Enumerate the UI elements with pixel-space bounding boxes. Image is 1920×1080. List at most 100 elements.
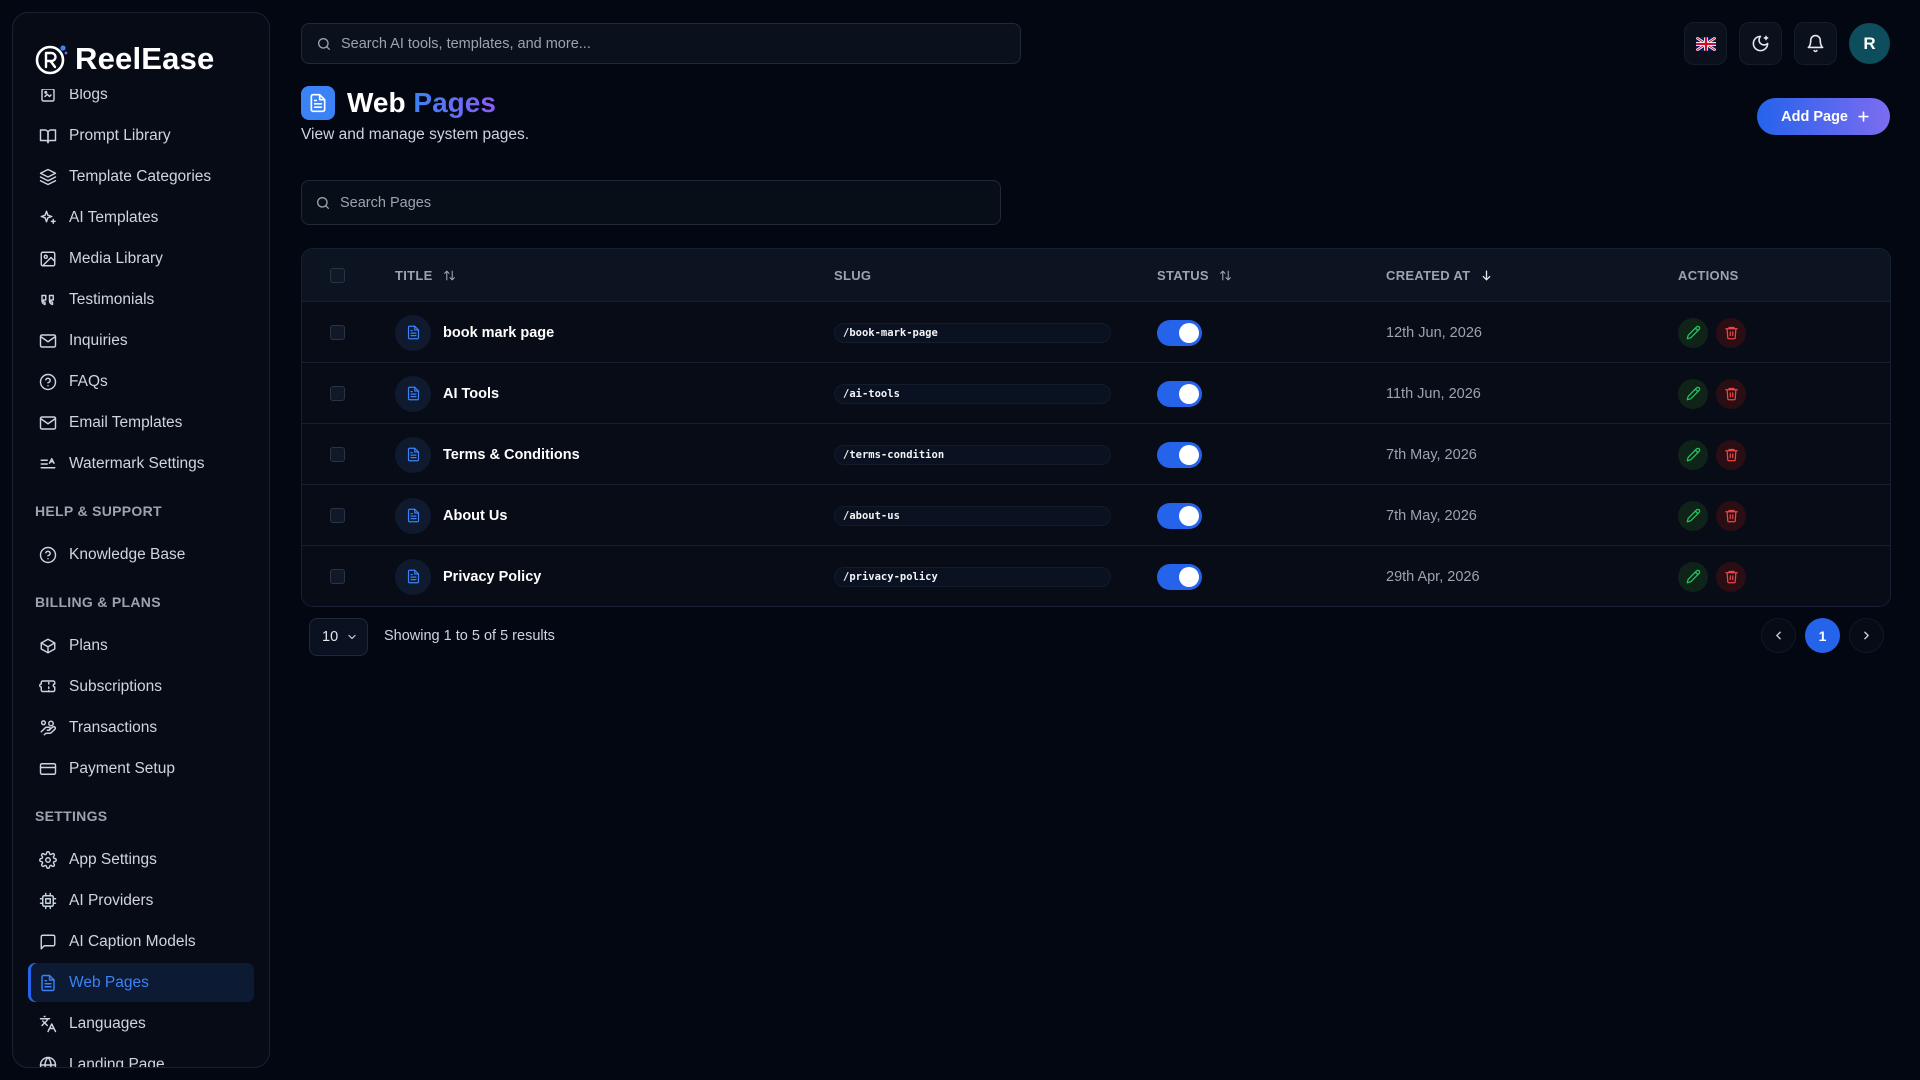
- prev-page-button[interactable]: [1761, 618, 1796, 653]
- select-all-checkbox[interactable]: [330, 268, 345, 283]
- sidebar-item-label: Testimonials: [69, 290, 155, 308]
- sidebar-item-languages[interactable]: Languages: [28, 1004, 254, 1043]
- global-search-input[interactable]: [341, 35, 975, 52]
- sidebar-item-plans[interactable]: Plans: [28, 626, 254, 665]
- row-checkbox[interactable]: [330, 386, 345, 401]
- trash-icon: [1724, 570, 1738, 584]
- language-flag-button[interactable]: [1684, 22, 1727, 65]
- column-status[interactable]: STATUS: [1157, 249, 1232, 302]
- status-cell: [1157, 363, 1202, 424]
- sidebar-item-subscriptions[interactable]: Subscriptions: [28, 667, 254, 706]
- sidebar-item-label: App Settings: [69, 850, 157, 868]
- status-toggle[interactable]: [1157, 502, 1202, 529]
- brand-logo[interactable]: ReelEase: [35, 29, 265, 89]
- page-button-current[interactable]: 1: [1805, 618, 1840, 653]
- sidebar-item-label: Languages: [69, 1014, 146, 1032]
- edit-button[interactable]: [1678, 561, 1708, 592]
- sidebar-item-prompt-library[interactable]: Prompt Library: [28, 116, 254, 155]
- edit-button[interactable]: [1678, 500, 1708, 531]
- sort-icon[interactable]: [443, 269, 456, 282]
- section-settings: SETTINGS: [35, 808, 108, 824]
- sidebar-item-watermark-settings[interactable]: Watermark Settings: [28, 444, 254, 483]
- hand-coins-icon: [40, 719, 57, 735]
- per-page-select[interactable]: 10: [309, 618, 368, 656]
- edit-button[interactable]: [1678, 378, 1708, 409]
- sidebar-item-knowledge-base[interactable]: Knowledge Base: [28, 535, 254, 574]
- created-at-text: 12th Jun, 2026: [1386, 324, 1482, 341]
- chevron-left-icon: [1776, 631, 1781, 640]
- column-created-at[interactable]: CREATED AT: [1386, 249, 1493, 302]
- column-title[interactable]: TITLE: [395, 249, 456, 302]
- add-page-button[interactable]: Add Page: [1757, 98, 1890, 135]
- layers-icon: [39, 168, 57, 185]
- row-checkbox[interactable]: [330, 569, 345, 584]
- actions-cell: [1678, 302, 1746, 363]
- mail-icon: [39, 415, 57, 430]
- page-title-accent: Pages: [413, 87, 496, 118]
- delete-button[interactable]: [1716, 500, 1746, 531]
- arrow-down-icon[interactable]: [1480, 269, 1493, 282]
- status-toggle[interactable]: [1157, 380, 1202, 407]
- table-row: Terms & Conditions/terms-condition 7th Ma…: [302, 424, 1890, 485]
- delete-button[interactable]: [1716, 378, 1746, 409]
- sidebar-item-ai-providers[interactable]: AI Providers: [28, 881, 254, 920]
- actions-cell: [1678, 424, 1746, 485]
- notifications-button[interactable]: [1794, 22, 1837, 65]
- table-row: Privacy Policy/privacy-policy 29th Apr, 2…: [302, 546, 1890, 606]
- sidebar-item-ai-templates[interactable]: AI Templates: [28, 198, 254, 237]
- delete-button[interactable]: [1716, 439, 1746, 470]
- status-toggle[interactable]: [1157, 563, 1202, 590]
- status-toggle[interactable]: [1157, 319, 1202, 346]
- delete-button[interactable]: [1716, 317, 1746, 348]
- sidebar-item-transactions[interactable]: Transactions: [28, 708, 254, 747]
- trash-icon: [1724, 509, 1738, 523]
- sidebar-item-faqs[interactable]: FAQs: [28, 362, 254, 401]
- mail-icon: [39, 333, 57, 348]
- sidebar-item-ai-caption-models[interactable]: AI Caption Models: [28, 922, 254, 961]
- row-select-cell: [330, 302, 345, 363]
- sidebar-item-label: FAQs: [69, 372, 108, 390]
- sidebar-item-email-templates[interactable]: Email Templates: [28, 403, 254, 442]
- theme-toggle-button[interactable]: [1739, 22, 1782, 65]
- select-all-cell: [330, 249, 345, 302]
- languages-icon: [39, 1015, 57, 1032]
- sidebar-item-testimonials[interactable]: Testimonials: [28, 280, 254, 319]
- sidebar-item-web-pages[interactable]: Web Pages: [28, 963, 254, 1002]
- sidebar-item-landing-page[interactable]: Landing Page: [28, 1045, 254, 1068]
- sidebar-item-label: Plans: [69, 636, 108, 654]
- edit-button[interactable]: [1678, 439, 1708, 470]
- row-checkbox[interactable]: [330, 447, 345, 462]
- column-slug-label: SLUG: [834, 268, 872, 283]
- file-text-icon: [407, 325, 419, 340]
- sidebar-item-payment-setup[interactable]: Payment Setup: [28, 749, 254, 788]
- title-cell: AI Tools: [395, 363, 499, 424]
- global-search[interactable]: [301, 23, 1021, 64]
- pencil-icon: [1686, 325, 1700, 340]
- next-page-button[interactable]: [1849, 618, 1884, 653]
- status-cell: [1157, 546, 1202, 606]
- created-at-text: 7th May, 2026: [1386, 446, 1477, 463]
- sidebar-item-app-settings[interactable]: App Settings: [28, 840, 254, 879]
- pencil-icon: [1686, 386, 1700, 401]
- user-avatar[interactable]: R: [1849, 23, 1890, 64]
- table-header: TITLE SLUG STATUS CREATED AT ACTIONS: [302, 249, 1890, 302]
- row-checkbox[interactable]: [330, 508, 345, 523]
- row-checkbox[interactable]: [330, 325, 345, 340]
- status-toggle[interactable]: [1157, 441, 1202, 468]
- pages-search-input[interactable]: [340, 194, 957, 211]
- created-at-cell: 11th Jun, 2026: [1386, 363, 1481, 424]
- chevron-down-icon: [348, 634, 356, 640]
- page-header-icon: [301, 86, 335, 120]
- sidebar-item-media-library[interactable]: Media Library: [28, 239, 254, 278]
- sidebar-item-template-categories[interactable]: Template Categories: [28, 157, 254, 196]
- page-slug: /ai-tools: [834, 383, 1111, 404]
- pages-search[interactable]: [301, 180, 1001, 225]
- delete-button[interactable]: [1716, 561, 1746, 592]
- sidebar-item-label: Landing Page: [69, 1055, 165, 1068]
- sidebar-item-inquiries[interactable]: Inquiries: [28, 321, 254, 360]
- row-select-cell: [330, 546, 345, 606]
- title-cell: Terms & Conditions: [395, 424, 580, 485]
- sort-icon[interactable]: [1219, 269, 1232, 282]
- edit-button[interactable]: [1678, 317, 1708, 348]
- ticket-icon: [39, 679, 56, 692]
